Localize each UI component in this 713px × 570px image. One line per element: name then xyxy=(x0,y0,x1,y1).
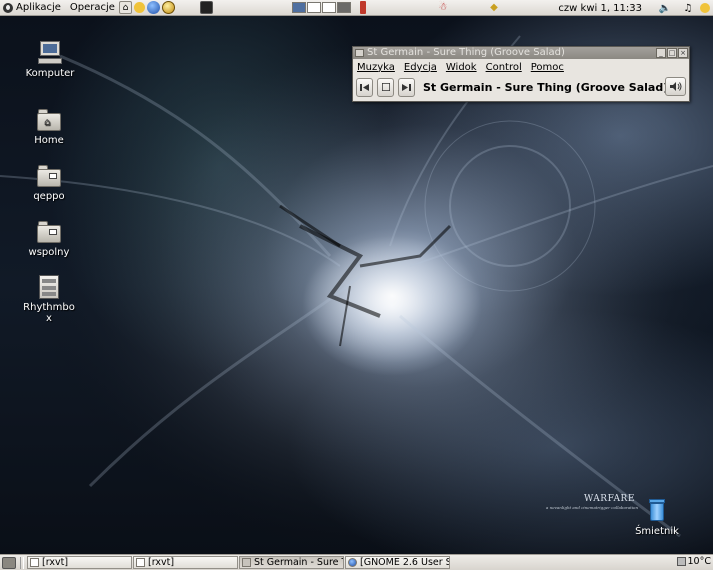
close-button[interactable]: × xyxy=(678,48,688,58)
desktop-icon-wspolny[interactable]: wspolny xyxy=(19,219,79,258)
panel-right-area: czw kwi 1, 11:33 🔈 ♫ xyxy=(558,0,713,16)
rhythmbox-window[interactable]: St Germain - Sure Thing (Groove Salad) _… xyxy=(352,46,690,102)
desktop-icon-label: wspolny xyxy=(28,247,70,258)
calendar-alarm-icon[interactable]: ☃ xyxy=(437,2,449,14)
window-title: St Germain - Sure Thing (Groove Salad) xyxy=(367,47,565,58)
task-label: [rxvt] xyxy=(148,557,175,568)
menu-edycja[interactable]: Edycja xyxy=(404,62,437,73)
volume-icon[interactable]: 🔈 xyxy=(659,2,671,14)
menu-muzyka[interactable]: Muzyka xyxy=(357,62,395,73)
taskbar-item-rxvt-1[interactable]: [rxvt] xyxy=(27,556,132,569)
actions-menu[interactable]: Operacje xyxy=(64,0,118,16)
task-label: [rxvt] xyxy=(42,557,69,568)
notification-icon[interactable]: ◆ xyxy=(488,2,500,14)
weather-temperature: 10°C xyxy=(687,556,711,567)
desktop-icon-label: Komputer xyxy=(25,68,75,79)
wallpaper-subtext: a nevanlight and cinematrigger collabora… xyxy=(546,505,639,510)
desktop-icon-label: Śmietnik xyxy=(635,526,679,537)
terminal-launcher-icon[interactable] xyxy=(199,1,213,14)
home-launcher-icon[interactable]: ⌂ xyxy=(118,1,132,14)
applications-menu-label: Aplikacje xyxy=(16,2,61,13)
previous-icon xyxy=(360,83,369,91)
next-button[interactable] xyxy=(398,77,415,97)
network-folder-icon xyxy=(36,163,62,189)
gnome-foot-icon xyxy=(3,2,13,13)
workspace-1[interactable] xyxy=(291,2,306,13)
panel-handle-icon[interactable] xyxy=(359,1,366,14)
desktop-icon-rhythmbox[interactable]: Rhythmbo x xyxy=(19,274,79,324)
desktop-icon-qeppo[interactable]: qeppo xyxy=(19,163,79,202)
menu-pomoc[interactable]: Pomoc xyxy=(531,62,564,73)
previous-button[interactable] xyxy=(356,77,373,97)
player-controls: St Germain - Sure Thing (Groove Salad) xyxy=(353,75,689,99)
volume-button[interactable] xyxy=(665,77,686,96)
top-panel: Aplikacje Operacje ⌂ ☃ ◆ czw kwi 1, 11:3… xyxy=(0,0,713,16)
workspace-4[interactable] xyxy=(336,2,351,13)
music-applet-icon[interactable]: ♫ xyxy=(682,2,694,14)
now-playing-title: St Germain - Sure Thing (Groove Salad) xyxy=(423,80,669,94)
trash-icon xyxy=(644,498,670,524)
weather-icon xyxy=(676,557,686,566)
show-desktop-icon[interactable] xyxy=(2,556,16,569)
speaker-icon xyxy=(669,82,681,91)
desktop-icon-home[interactable]: ⌂ Home xyxy=(19,107,79,146)
actions-menu-label: Operacje xyxy=(69,2,115,13)
desktop-icon-trash[interactable]: Śmietnik xyxy=(627,498,687,537)
window-titlebar[interactable]: St Germain - Sure Thing (Groove Salad) _… xyxy=(353,47,689,59)
menu-widok[interactable]: Widok xyxy=(446,62,477,73)
workspace-2[interactable] xyxy=(306,2,321,13)
task-label: St Germain - Sure Thing xyxy=(254,557,343,568)
desktop-icon-label: Home xyxy=(34,135,64,146)
user-launcher-icon[interactable] xyxy=(133,2,145,13)
desktop-icon-label: Rhythmbo x xyxy=(23,302,75,324)
browser-task-icon xyxy=(348,558,357,567)
computer-icon xyxy=(37,40,63,66)
clock[interactable]: czw kwi 1, 11:33 xyxy=(558,3,642,14)
window-menubar: Muzyka Edycja Widok Control Pomoc xyxy=(353,59,689,75)
network-folder-icon xyxy=(36,219,62,245)
workspace-3[interactable] xyxy=(321,2,336,13)
maximize-button[interactable]: □ xyxy=(667,48,677,58)
home-folder-icon: ⌂ xyxy=(36,107,62,133)
taskbar-item-rxvt-2[interactable]: [rxvt] xyxy=(133,556,238,569)
desktop-icon-computer[interactable]: Komputer xyxy=(20,40,80,79)
window-menu-icon[interactable] xyxy=(355,49,364,57)
minimize-button[interactable]: _ xyxy=(656,48,666,58)
desktop-icon-label: qeppo xyxy=(33,191,65,202)
menu-control[interactable]: Control xyxy=(486,62,522,73)
workspace-switcher[interactable] xyxy=(291,2,352,13)
rhythmbox-icon xyxy=(36,274,62,300)
task-label: [GNOME 2.6 User Screen xyxy=(360,557,449,568)
weather-applet[interactable]: 10°C xyxy=(676,556,711,567)
bottom-panel: [rxvt] [rxvt] St Germain - Sure Thing [G… xyxy=(0,554,713,570)
browser-launcher-icon[interactable] xyxy=(146,1,160,14)
terminal-icon xyxy=(136,558,145,567)
user-switcher-icon[interactable] xyxy=(700,3,710,13)
taskbar-item-rhythmbox[interactable]: St Germain - Sure Thing xyxy=(239,556,344,569)
email-launcher-icon[interactable] xyxy=(161,1,175,14)
rhythmbox-task-icon xyxy=(242,558,251,567)
applications-menu[interactable]: Aplikacje xyxy=(0,0,64,16)
taskbar-item-browser[interactable]: [GNOME 2.6 User Screen xyxy=(345,556,450,569)
stop-button[interactable] xyxy=(377,77,394,97)
panel-separator xyxy=(20,556,24,569)
terminal-icon xyxy=(30,558,39,567)
next-icon xyxy=(402,83,411,91)
stop-icon xyxy=(381,83,390,91)
